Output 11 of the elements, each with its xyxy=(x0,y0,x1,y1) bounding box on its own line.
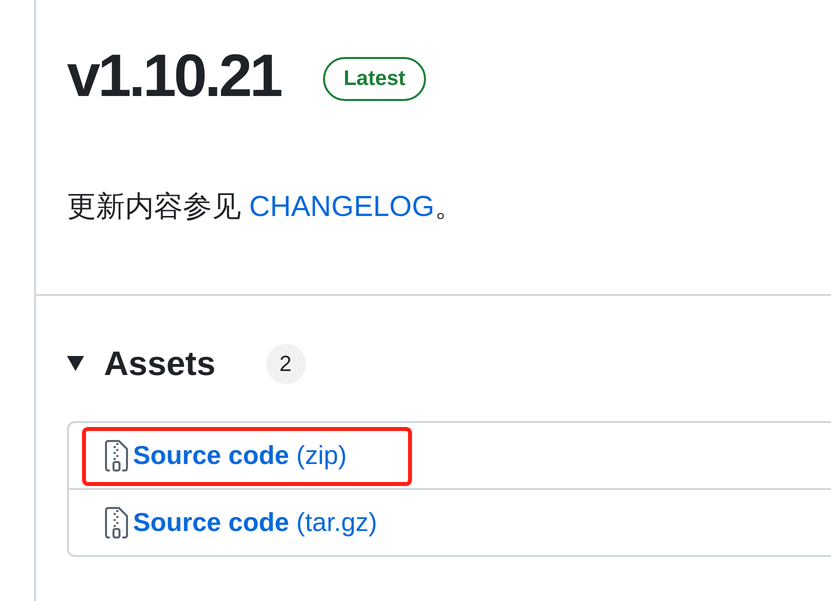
asset-count: 2 xyxy=(266,344,306,384)
changelog-link[interactable]: CHANGELOG xyxy=(249,191,434,223)
release-title: v1.10.21 xyxy=(67,41,281,111)
asset-download-link[interactable]: Source code (zip) xyxy=(133,440,347,472)
collapse-triangle-icon[interactable] xyxy=(67,356,84,372)
zip-file-icon xyxy=(105,506,128,539)
release-notes-text: 更新内容参见 CHANGELOG。 xyxy=(67,190,464,225)
latest-label: Latest xyxy=(322,57,426,101)
asset-download-link[interactable]: Source code (tar.gz) xyxy=(133,507,378,538)
assets-heading: Assets xyxy=(104,344,216,384)
zip-file-icon xyxy=(105,440,128,472)
